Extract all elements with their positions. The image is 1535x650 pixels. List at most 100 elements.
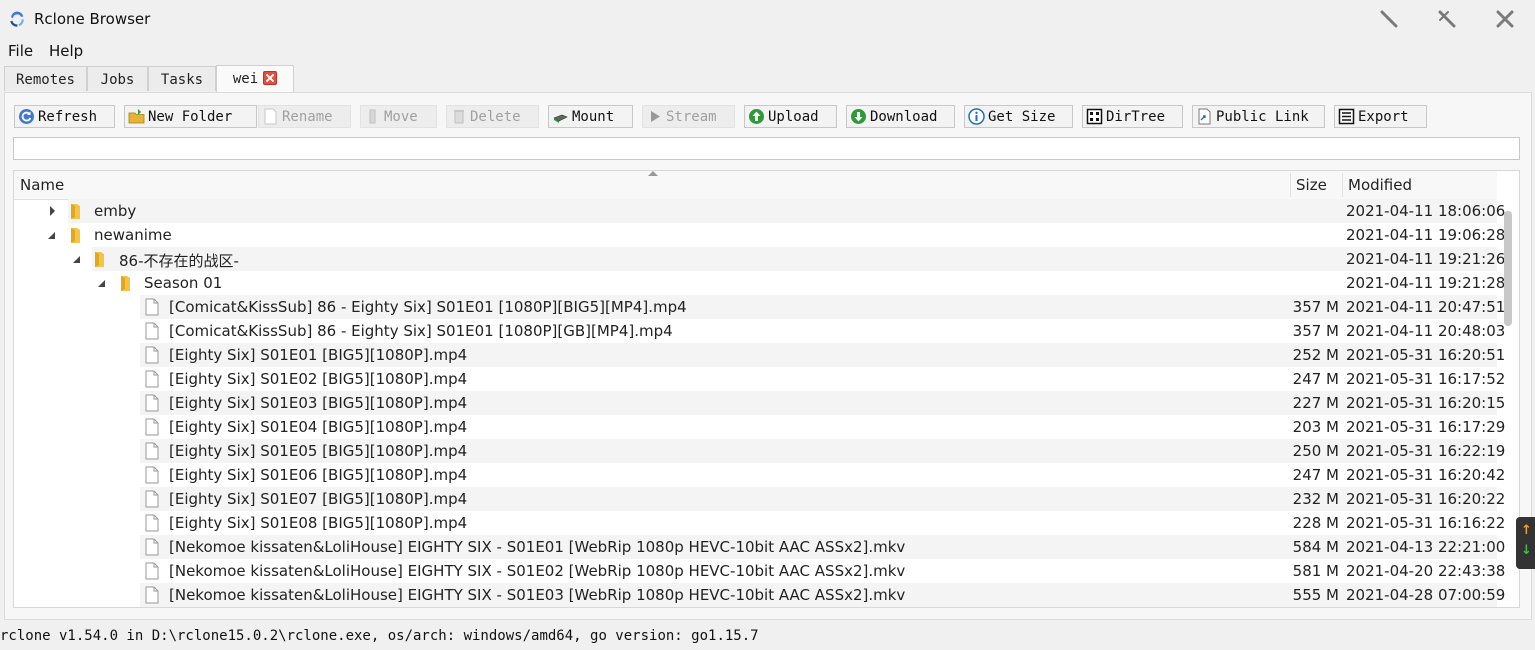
row-name: [Comicat&KissSub] 86 - Eighty Six] S01E0… <box>169 298 687 316</box>
tree-row[interactable]: [Eighty Six] S01E08 [BIG5][1080P].mp4 22… <box>14 511 1505 535</box>
move-button[interactable]: Move <box>360 105 437 128</box>
get-size-button[interactable]: Get Size <box>964 105 1073 128</box>
move-label: Move <box>384 109 418 125</box>
menu-file[interactable]: File <box>8 42 33 60</box>
row-size: 584 M <box>1292 538 1339 556</box>
tree-row[interactable]: [Eighty Six] S01E04 [BIG5][1080P].mp4 20… <box>14 415 1505 439</box>
get-size-label: Get Size <box>988 109 1056 125</box>
refresh-button[interactable]: Refresh <box>14 105 115 128</box>
rclone-logo-icon <box>10 11 24 27</box>
tab-wei[interactable]: wei <box>216 65 294 92</box>
rename-button[interactable]: Rename <box>258 105 351 128</box>
column-divider <box>1290 173 1291 197</box>
folder-icon <box>71 204 80 219</box>
collapse-arrow-icon[interactable] <box>71 247 85 271</box>
file-tree[interactable]: Name Size Modified emby 2021-04-11 18:06… <box>13 170 1520 608</box>
row-modified: 2021-05-31 16:20:51 <box>1346 346 1506 364</box>
mount-button[interactable]: Mount <box>548 105 633 128</box>
tree-row[interactable]: newanime 2021-04-11 19:06:28 <box>14 223 1505 247</box>
tree-row[interactable]: Season 01 2021-04-11 19:21:28 <box>14 271 1505 295</box>
row-modified: 2021-05-31 16:20:42 <box>1346 466 1506 484</box>
row-name: [Comicat&KissSub] 86 - Eighty Six] S01E0… <box>169 322 673 340</box>
row-modified: 2021-04-20 22:43:38 <box>1346 562 1506 580</box>
tree-row[interactable]: [Eighty Six] S01E05 [BIG5][1080P].mp4 25… <box>14 439 1505 463</box>
arrow-up-icon: ↑ <box>1521 523 1532 538</box>
tree-row[interactable]: [Nekomoe kissaten&LoliHouse] EIGHTY SIX … <box>14 583 1505 607</box>
row-stripe <box>68 199 1497 223</box>
row-name: [Nekomoe kissaten&LoliHouse] EIGHTY SIX … <box>169 586 906 604</box>
row-modified: 2021-04-11 19:21:26 <box>1346 250 1506 268</box>
tree-row[interactable]: emby 2021-04-11 18:06:06 <box>14 199 1505 223</box>
row-modified: 2021-04-11 20:47:51 <box>1346 298 1506 316</box>
tree-row[interactable]: [Nekomoe kissaten&LoliHouse] EIGHTY SIX … <box>14 559 1505 583</box>
dirtree-button[interactable]: DirTree <box>1082 105 1183 128</box>
tree-row[interactable]: [Comicat&KissSub] 86 - Eighty Six] S01E0… <box>14 319 1505 343</box>
row-name: [Eighty Six] S01E02 [BIG5][1080P].mp4 <box>169 370 468 388</box>
row-modified: 2021-05-31 16:22:19 <box>1346 442 1506 460</box>
tab-close-icon[interactable] <box>263 71 278 85</box>
vertical-scrollbar[interactable] <box>1504 211 1512 326</box>
upload-button[interactable]: Upload <box>744 105 837 128</box>
file-icon <box>145 370 159 388</box>
row-modified: 2021-04-11 20:48:03 <box>1346 322 1506 340</box>
column-divider <box>1342 173 1343 197</box>
close-icon[interactable] <box>1494 8 1516 30</box>
tree-row[interactable]: [Eighty Six] S01E07 [BIG5][1080P].mp4 23… <box>14 487 1505 511</box>
row-modified: 2021-04-11 19:21:28 <box>1346 274 1506 292</box>
row-modified: 2021-05-31 16:17:29 <box>1346 418 1506 436</box>
row-size: 555 M <box>1292 586 1339 604</box>
row-name: [Eighty Six] S01E07 [BIG5][1080P].mp4 <box>169 490 468 508</box>
tab-label: wei <box>232 71 259 87</box>
file-icon <box>145 418 159 436</box>
row-modified: 2021-05-31 16:16:22 <box>1346 514 1506 532</box>
mount-label: Mount <box>572 109 615 125</box>
download-button[interactable]: Download <box>846 105 955 128</box>
tree-row[interactable]: [Eighty Six] S01E02 [BIG5][1080P].mp4 24… <box>14 367 1505 391</box>
expand-arrow-icon[interactable] <box>46 199 60 223</box>
stream-button[interactable]: Stream <box>642 105 735 128</box>
tree-row[interactable]: [Eighty Six] S01E03 [BIG5][1080P].mp4 22… <box>14 391 1505 415</box>
collapse-arrow-icon[interactable] <box>46 223 60 247</box>
row-size: 232 M <box>1292 490 1339 508</box>
tab-jobs[interactable]: Jobs <box>87 66 148 91</box>
file-icon <box>145 562 159 580</box>
dirtree-label: DirTree <box>1106 109 1166 125</box>
path-input[interactable] <box>13 137 1520 160</box>
tree-row[interactable]: [Eighty Six] S01E01 [BIG5][1080P].mp4 25… <box>14 343 1505 367</box>
row-name: [Eighty Six] S01E04 [BIG5][1080P].mp4 <box>169 418 468 436</box>
folder-icon <box>71 228 80 243</box>
public-link-button[interactable]: Public Link <box>1192 105 1325 128</box>
export-button[interactable]: Export <box>1334 105 1427 128</box>
row-size: 247 M <box>1292 466 1339 484</box>
row-name: [Eighty Six] S01E05 [BIG5][1080P].mp4 <box>169 442 468 460</box>
public-link-label: Public Link <box>1216 109 1309 125</box>
tree-row[interactable]: [Eighty Six] S01E06 [BIG5][1080P].mp4 24… <box>14 463 1505 487</box>
tree-row[interactable]: [Comicat&KissSub] 86 - Eighty Six] S01E0… <box>14 295 1505 319</box>
column-size[interactable]: Size <box>1296 171 1327 199</box>
file-icon <box>145 538 159 556</box>
move-icon <box>369 109 376 124</box>
minimize-icon[interactable] <box>1378 8 1400 30</box>
row-modified: 2021-05-31 16:20:15 <box>1346 394 1506 412</box>
row-size: 228 M <box>1292 514 1339 532</box>
tab-remotes[interactable]: Remotes <box>4 66 87 91</box>
row-name: emby <box>94 202 137 220</box>
tree-row[interactable]: 86-不存在的战区- 2021-04-11 19:21:26 <box>14 247 1505 271</box>
delete-button[interactable]: Delete <box>446 105 539 128</box>
collapse-arrow-icon[interactable] <box>96 271 110 295</box>
menu-help[interactable]: Help <box>49 42 83 60</box>
tab-tasks[interactable]: Tasks <box>148 66 216 91</box>
export-label: Export <box>1358 109 1409 125</box>
file-icon <box>145 442 159 460</box>
column-name[interactable]: Name <box>20 171 64 199</box>
file-icon <box>145 466 159 484</box>
window-title: Rclone Browser <box>34 10 151 28</box>
maximize-icon[interactable] <box>1436 8 1458 30</box>
arrow-down-icon: ↓ <box>1521 543 1532 558</box>
side-widget[interactable]: ↑ ↓ <box>1516 517 1535 569</box>
column-modified[interactable]: Modified <box>1348 171 1412 199</box>
status-bar: rclone v1.54.0 in D:\rclone15.0.2\rclone… <box>0 628 759 644</box>
row-modified: 2021-04-28 07:00:59 <box>1346 586 1506 604</box>
tree-row[interactable]: [Nekomoe kissaten&LoliHouse] EIGHTY SIX … <box>14 535 1505 559</box>
new-folder-button[interactable]: New Folder <box>124 105 257 128</box>
